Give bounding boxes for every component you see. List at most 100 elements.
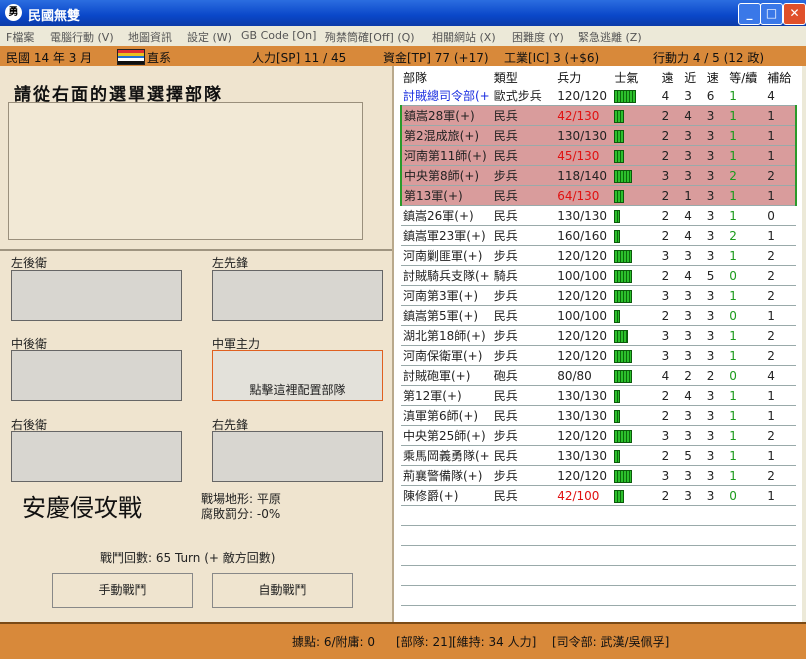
unit-supply: 0 bbox=[765, 205, 796, 226]
unit-near: 1 bbox=[682, 185, 705, 206]
unit-speed: 3 bbox=[704, 465, 728, 486]
unit-row[interactable]: 河南第11師(+) 民兵 45/130 2 3 3 1 1 bbox=[400, 145, 797, 166]
unit-row[interactable]: 陳修爵(+) 民兵 42/100 2 3 3 0 1 bbox=[401, 485, 796, 506]
unit-strength: 64/130 bbox=[555, 185, 613, 206]
unit-level: 2 bbox=[727, 225, 766, 246]
unit-far: 2 bbox=[659, 205, 683, 226]
empty-cell bbox=[401, 565, 796, 586]
menu-gb-code[interactable]: GB Code [On] bbox=[241, 29, 316, 42]
menu-map-info[interactable]: 地圖資訊 bbox=[128, 29, 172, 45]
unit-supply: 2 bbox=[765, 245, 796, 266]
unit-strength: 80/80 bbox=[555, 365, 613, 386]
unit-strength: 130/130 bbox=[555, 445, 613, 466]
unit-level: 1 bbox=[727, 385, 766, 406]
menu-emergency-escape[interactable]: 緊急逃離 (Z) bbox=[578, 29, 642, 45]
unit-name: 河南第3軍(+) bbox=[401, 285, 492, 306]
unit-row[interactable]: 第12軍(+) 民兵 130/130 2 4 3 1 1 bbox=[401, 385, 796, 406]
minimize-button[interactable]: _ bbox=[738, 3, 761, 25]
unit-strength: 120/120 bbox=[555, 325, 613, 346]
menu-file[interactable]: F檔案 bbox=[6, 29, 34, 45]
unit-name: 滇軍第6師(+) bbox=[401, 405, 492, 426]
morale-bar bbox=[614, 149, 625, 163]
left-front-label: 左先鋒 bbox=[212, 256, 249, 270]
unit-strength: 120/120 bbox=[555, 345, 613, 366]
unit-type: 民兵 bbox=[491, 485, 556, 506]
center-rear-slot[interactable] bbox=[11, 350, 182, 401]
unit-row[interactable]: 第13軍(+) 民兵 64/130 2 1 3 1 1 bbox=[400, 185, 797, 206]
unit-row[interactable]: 河南第3軍(+) 步兵 120/120 3 3 3 1 2 bbox=[401, 285, 796, 306]
vertical-scrollbar[interactable] bbox=[802, 66, 806, 622]
unit-row[interactable]: 鎮嵩軍23軍(+) 民兵 160/160 2 4 3 2 1 bbox=[401, 225, 796, 246]
unit-morale bbox=[612, 245, 660, 266]
unit-supply: 2 bbox=[765, 465, 796, 486]
morale-bar bbox=[614, 429, 633, 443]
unit-speed: 3 bbox=[704, 245, 728, 266]
current-date: 民國 14 年 3 月 bbox=[6, 51, 93, 65]
unit-level: 1 bbox=[727, 145, 766, 166]
unit-row[interactable]: 鎮嵩26軍(+) 民兵 130/130 2 4 3 1 0 bbox=[401, 205, 796, 226]
unit-row[interactable]: 河南剿匪軍(+) 步兵 120/120 3 3 3 1 2 bbox=[401, 245, 796, 266]
unit-morale bbox=[612, 445, 660, 466]
unit-name: 第12軍(+) bbox=[401, 385, 492, 406]
unit-near: 3 bbox=[682, 245, 705, 266]
right-front-slot[interactable] bbox=[212, 431, 383, 482]
unit-near: 3 bbox=[682, 325, 705, 346]
unit-name: 湖北第18師(+) bbox=[401, 325, 492, 346]
menu-settings[interactable]: 設定 (W) bbox=[187, 29, 232, 45]
col-speed: 速 bbox=[706, 70, 719, 85]
center-main-slot[interactable]: 點擊這裡配置部隊 bbox=[212, 350, 383, 401]
unit-row[interactable]: 滇軍第6師(+) 民兵 130/130 2 3 3 1 1 bbox=[401, 405, 796, 426]
unit-type: 步兵 bbox=[491, 245, 556, 266]
territory-count: 據點: 6/附庸: 0 bbox=[292, 635, 376, 649]
unit-supply: 1 bbox=[765, 225, 796, 246]
unit-morale bbox=[612, 425, 660, 446]
menu-computer-action[interactable]: 電腦行動 (V) bbox=[50, 29, 114, 45]
unit-level: 1 bbox=[727, 125, 766, 146]
unit-row[interactable]: 鎮嵩第5軍(+) 民兵 100/100 2 3 3 0 1 bbox=[401, 305, 796, 326]
unit-supply: 2 bbox=[765, 165, 797, 186]
unit-row[interactable]: 第2混成旅(+) 民兵 130/130 2 3 3 1 1 bbox=[400, 125, 797, 146]
morale-bar bbox=[614, 209, 621, 223]
terrain-text: 戰場地形: 平原 bbox=[201, 492, 281, 506]
unit-speed: 3 bbox=[704, 165, 728, 186]
unit-row[interactable]: 討賊騎兵支隊(+ 騎兵 100/100 2 4 5 0 2 bbox=[401, 265, 796, 286]
unit-strength: 118/140 bbox=[555, 165, 613, 186]
right-rear-slot[interactable] bbox=[11, 431, 182, 482]
col-far: 遠 bbox=[661, 70, 674, 85]
empty-row bbox=[401, 565, 796, 586]
unit-row[interactable]: 中央第8師(+) 步兵 118/140 3 3 3 2 2 bbox=[400, 165, 797, 186]
auto-battle-button[interactable]: 自動戰鬥 bbox=[212, 573, 353, 608]
manual-battle-button[interactable]: 手動戰鬥 bbox=[52, 573, 193, 608]
unit-row[interactable]: 討賊總司令部(+ 歐式步兵 120/120 4 3 6 1 4 bbox=[401, 86, 796, 106]
unit-row[interactable]: 河南保衛軍(+) 步兵 120/120 3 3 3 1 2 bbox=[401, 345, 796, 366]
left-rear-slot[interactable] bbox=[11, 270, 182, 321]
unit-near: 4 bbox=[682, 265, 705, 286]
morale-bar bbox=[614, 89, 637, 103]
unit-strength: 120/120 bbox=[555, 245, 613, 266]
unit-row[interactable]: 荊襄警備隊(+) 步兵 120/120 3 3 3 1 2 bbox=[401, 465, 796, 486]
manpower-value: 人力[SP] 11 / 45 bbox=[252, 51, 347, 65]
unit-name: 鎮嵩軍23軍(+) bbox=[401, 225, 492, 246]
upkeep-cost: [維持: 34 人力] bbox=[452, 635, 537, 649]
battle-terrain-info: 戰場地形: 平原 腐敗罰分: -0% bbox=[201, 492, 281, 522]
col-type: 類型 bbox=[493, 70, 518, 85]
unit-name: 河南第11師(+) bbox=[400, 145, 492, 166]
unit-type: 民兵 bbox=[491, 105, 556, 126]
window-title: 民國無雙 bbox=[28, 9, 81, 24]
unit-near: 4 bbox=[682, 225, 705, 246]
unit-row[interactable]: 湖北第18師(+) 步兵 120/120 3 3 3 1 2 bbox=[401, 325, 796, 346]
unit-row[interactable]: 中央第25師(+) 步兵 120/120 3 3 3 1 2 bbox=[401, 425, 796, 446]
menu-related-sites[interactable]: 相關網站 (X) bbox=[432, 29, 496, 45]
menu-difficulty[interactable]: 困難度 (Y) bbox=[512, 29, 564, 45]
unit-row[interactable]: 乘馬岡義勇隊(+ 民兵 130/130 2 5 3 1 1 bbox=[401, 445, 796, 466]
unit-row[interactable]: 鎮嵩28軍(+) 民兵 42/130 2 4 3 1 1 bbox=[400, 105, 797, 126]
left-front-slot[interactable] bbox=[212, 270, 383, 321]
menu-toggle[interactable]: 殉禁筒確[Off] (Q) bbox=[325, 29, 415, 45]
unit-supply: 2 bbox=[765, 325, 796, 346]
maximize-button[interactable]: □ bbox=[760, 3, 783, 25]
close-button[interactable]: ✕ bbox=[783, 3, 806, 25]
unit-strength: 120/120 bbox=[555, 425, 613, 446]
unit-type: 步兵 bbox=[491, 345, 556, 366]
unit-far: 3 bbox=[659, 345, 683, 366]
unit-row[interactable]: 討賊砲軍(+) 砲兵 80/80 4 2 2 0 4 bbox=[401, 365, 796, 386]
